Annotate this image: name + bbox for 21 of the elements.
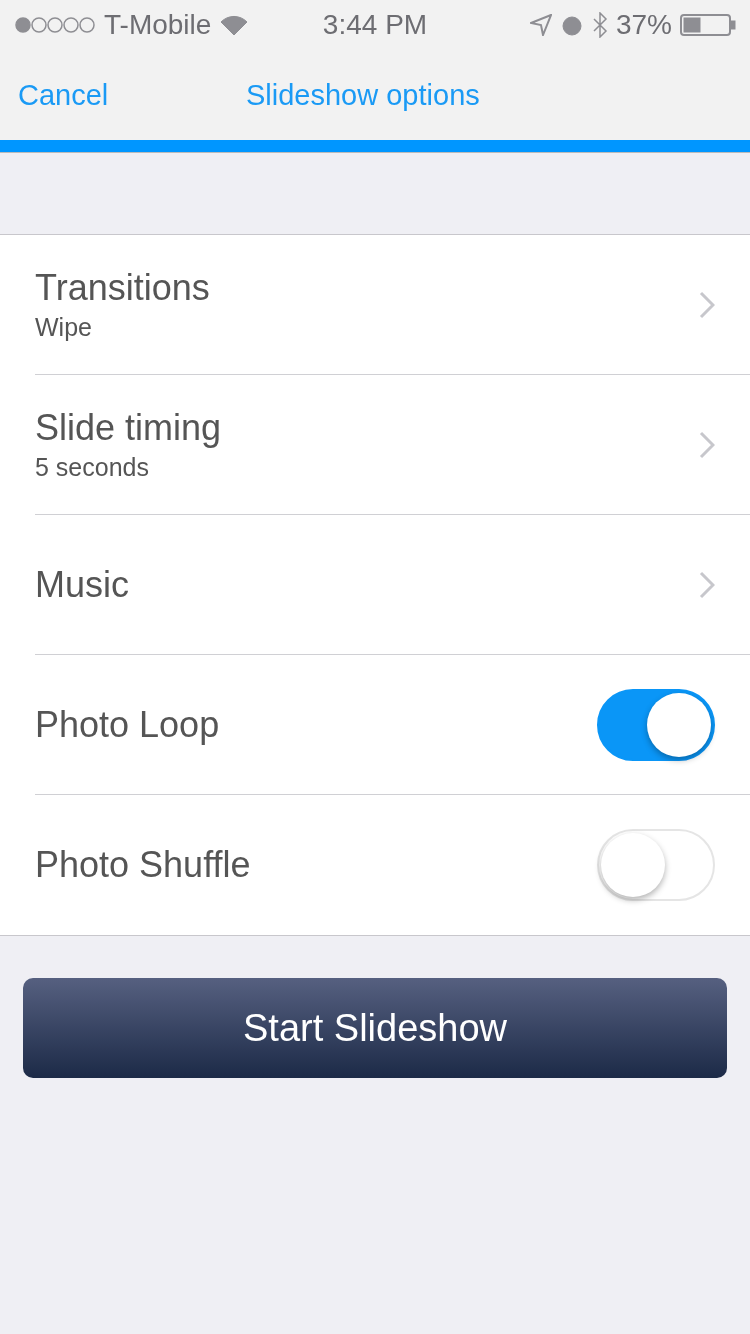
wifi-icon bbox=[219, 14, 250, 36]
location-icon bbox=[529, 14, 552, 36]
bluetooth-icon bbox=[591, 12, 608, 38]
chevron-icon[interactable] bbox=[699, 290, 715, 319]
nav-title: Slideshow options bbox=[246, 78, 480, 112]
option-label: Transitions bbox=[35, 267, 210, 309]
option-label: Photo Loop bbox=[35, 703, 220, 746]
status-time: 3:44 PM bbox=[322, 9, 428, 41]
option-label: Photo Shuffle bbox=[35, 844, 251, 886]
option-value: 5 seconds bbox=[35, 453, 150, 482]
chevron-icon[interactable] bbox=[699, 430, 715, 459]
battery-icon bbox=[680, 13, 736, 37]
option-value: Wipe bbox=[35, 313, 93, 342]
chevron-icon[interactable] bbox=[699, 570, 715, 599]
option-label: Slide timing bbox=[35, 407, 222, 449]
carrier-name: T-Mobile bbox=[104, 9, 212, 41]
toggle-switch[interactable] bbox=[597, 688, 715, 761]
option-label: Music bbox=[35, 563, 129, 606]
battery-percent: 37% bbox=[615, 9, 672, 41]
start-slideshow-button[interactable]: Start Slideshow bbox=[23, 978, 727, 1078]
signal-icon bbox=[14, 16, 96, 34]
